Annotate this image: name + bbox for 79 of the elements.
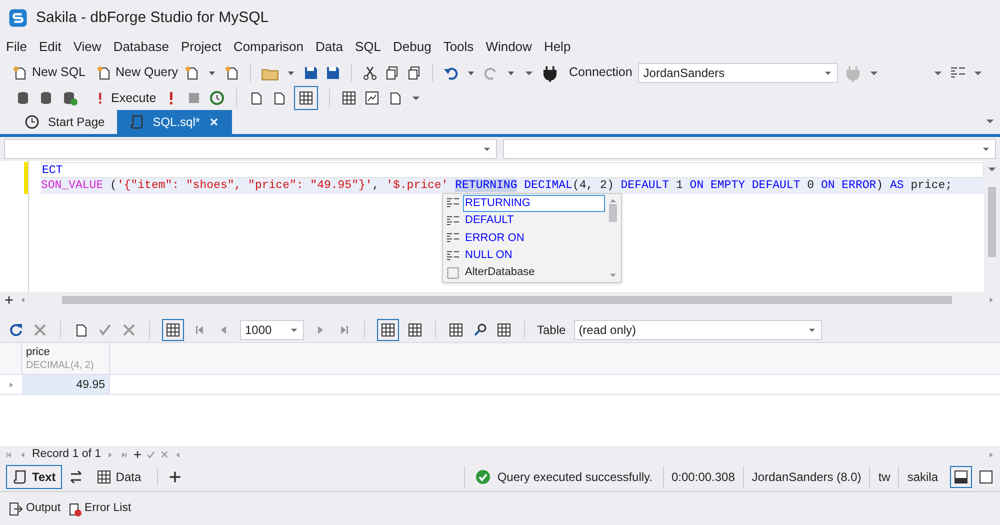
record-counter: Record 1 of 1 [32, 447, 102, 462]
elapsed-time: 0:00:00.308 [662, 466, 743, 488]
view-tab[interactable]: Text [6, 465, 62, 490]
suggestion-item[interactable]: DEFAULT [463, 212, 605, 230]
start-page-icon [24, 114, 40, 130]
history-icon[interactable] [209, 90, 226, 106]
new-sql-button[interactable]: New SQL [12, 63, 86, 82]
add-icon[interactable] [168, 470, 182, 484]
new-query-button[interactable]: New Query [96, 63, 178, 82]
grid-view-icon[interactable] [380, 322, 396, 338]
change-marker [24, 162, 28, 194]
panel-tab[interactable]: Output [8, 500, 61, 518]
document-tab[interactable]: Start Page [12, 110, 117, 134]
menu-item[interactable]: Database [113, 37, 169, 57]
menu-item[interactable]: Edit [38, 37, 62, 57]
connection-label: Connection [569, 64, 632, 82]
app-logo-icon [8, 8, 28, 28]
scrollbar-thumb[interactable] [988, 186, 996, 257]
success-icon [475, 469, 492, 486]
suggestion-item[interactable]: AlterDatabase [463, 264, 605, 282]
output-icon [8, 500, 24, 517]
column-type: DECIMAL(4, 2) [26, 359, 95, 372]
table-dropdown[interactable]: (read only) [574, 320, 822, 340]
connection-info: JordanSanders (8.0) [742, 466, 870, 488]
save-icon[interactable] [303, 64, 320, 81]
menu-item[interactable]: Window [486, 37, 532, 57]
database-name: sakila [898, 466, 946, 488]
new-icon[interactable] [224, 64, 240, 81]
menu-item[interactable]: Help [544, 37, 571, 57]
grid-output-icon[interactable] [298, 90, 314, 106]
suggestion-item[interactable]: NULL ON [463, 247, 605, 264]
search-icon[interactable] [472, 322, 488, 338]
save-all-icon[interactable] [325, 64, 342, 81]
panel-tab[interactable]: Error List [66, 500, 132, 518]
execute-button[interactable]: Execute [93, 88, 156, 108]
swap-icon[interactable] [68, 469, 84, 486]
suggestion-item[interactable]: RETURNING [463, 194, 605, 212]
close-icon[interactable] [208, 116, 220, 128]
page-size-dropdown[interactable]: 1000 [240, 320, 304, 340]
table-cell: 49.95 [22, 375, 110, 394]
refresh-icon[interactable] [8, 322, 24, 338]
scrollbar-thumb[interactable] [609, 204, 617, 222]
connection-dropdown[interactable]: JordanSanders [638, 62, 838, 83]
database-check-icon[interactable] [62, 90, 78, 106]
add-connection-icon[interactable] [541, 64, 560, 82]
menu-item[interactable]: SQL [355, 37, 382, 57]
scrollbar-thumb[interactable] [62, 296, 952, 304]
menu-item[interactable]: File [6, 37, 27, 57]
chart-icon[interactable] [364, 90, 380, 106]
panel-layout-icon[interactable] [953, 469, 969, 486]
menu-item[interactable]: Debug [393, 37, 432, 57]
grid-icon [96, 469, 112, 486]
copy-icon[interactable] [384, 64, 400, 81]
keyword-icon [446, 248, 460, 263]
new-document-icon [12, 64, 28, 81]
script-icon [128, 114, 145, 130]
cut-icon[interactable] [362, 64, 378, 81]
view-tab[interactable]: Data [90, 465, 148, 490]
new-document-icon [96, 64, 112, 81]
error-list-icon [66, 500, 83, 517]
status-message: Query executed successfully. [497, 469, 652, 486]
column-name: price [26, 346, 51, 360]
keyword-icon [446, 214, 460, 228]
menu-item[interactable]: View [73, 37, 102, 57]
suggestion-item[interactable]: ERROR ON [463, 230, 605, 247]
menu-item[interactable]: Tools [443, 37, 474, 57]
new-icon[interactable] [184, 64, 200, 81]
add-record-icon[interactable] [133, 450, 142, 460]
menu-item[interactable]: Data [316, 37, 343, 57]
user-name: tw [869, 466, 898, 488]
menu-item[interactable]: Comparison [233, 37, 304, 57]
window-layout-icon[interactable] [978, 469, 994, 486]
table-label: Table [537, 322, 566, 339]
script-icon [12, 469, 28, 486]
snippet-icon [446, 266, 460, 280]
document-tab[interactable]: SQL.sql* [116, 110, 232, 134]
column-header[interactable]: price DECIMAL(4, 2) [22, 343, 110, 374]
menu-item[interactable]: Project [180, 37, 222, 57]
window-title: Sakila - dbForge Studio for MySQL [36, 8, 269, 28]
